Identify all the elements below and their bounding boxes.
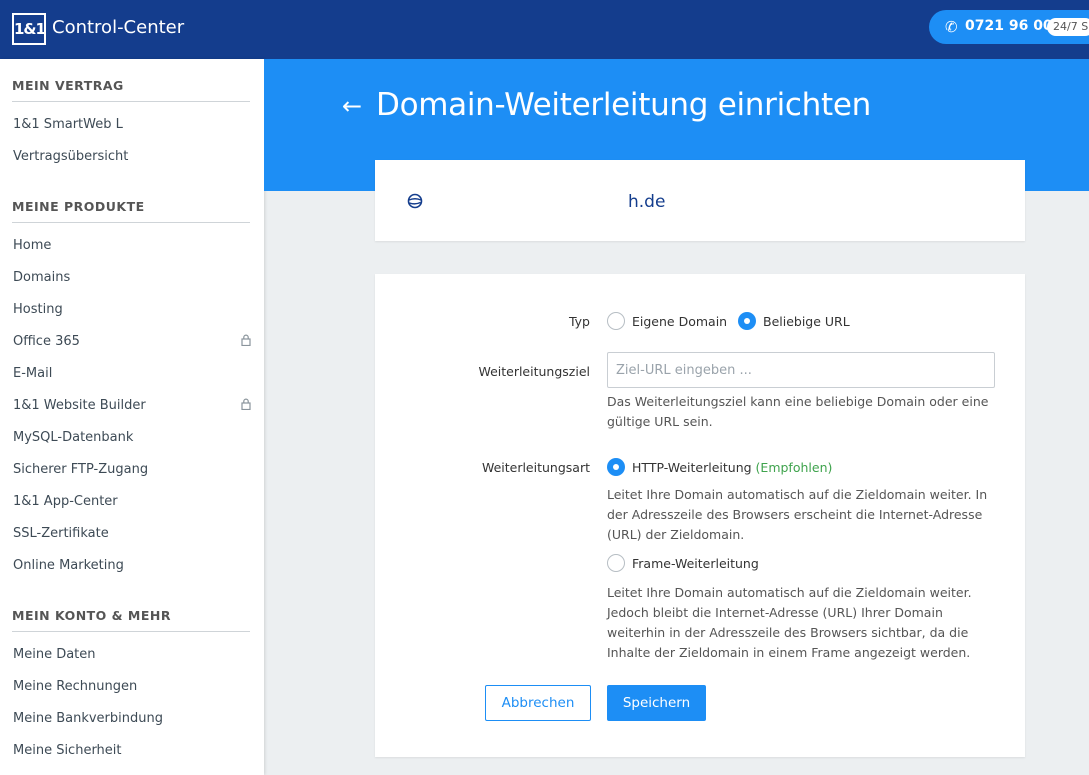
sidebar-item-label: E-Mail [13, 366, 53, 381]
sidebar-item-ssl[interactable]: SSL-Zertifikate [13, 526, 251, 541]
recommended-badge: (Empfohlen) [755, 460, 833, 475]
http-help-text: Leitet Ihre Domain automatisch auf die Z… [607, 487, 988, 542]
mode-option-frame[interactable]: Frame-Weiterleitung [632, 556, 759, 571]
sidebar-item-label: MySQL-Datenbank [13, 430, 134, 445]
type-option-label[interactable]: Beliebige URL [763, 314, 850, 329]
sidebar-item-online-marketing[interactable]: Online Marketing [13, 558, 251, 573]
target-label: Weiterleitungsziel [478, 364, 590, 379]
sidebar-item-smartweb[interactable]: 1&1 SmartWeb L [13, 117, 251, 132]
lock-icon [241, 334, 251, 346]
sidebar-item-bankverbindung[interactable]: Meine Bankverbindung [13, 711, 251, 726]
sidebar-item-label: SSL-Zertifikate [13, 526, 109, 541]
page-title: Domain-Weiterleitung einrichten [376, 87, 871, 123]
sidebar-item-label: 1&1 App-Center [13, 494, 118, 509]
top-bar: 1&1 Control-Center ✆ 0721 96 00 24/7 S [0, 0, 1089, 59]
sidebar-item-meine-daten[interactable]: Meine Daten [13, 647, 251, 662]
hotline-pill[interactable]: ✆ 0721 96 00 24/7 S [929, 10, 1089, 44]
save-button[interactable]: Speichern [607, 685, 706, 721]
type-option-label[interactable]: Eigene Domain [632, 314, 727, 329]
sidebar-item-domains[interactable]: Domains [13, 270, 251, 285]
domain-name: h.de [628, 192, 666, 212]
phone-icon: ✆ [945, 18, 958, 36]
sidebar-item-office365[interactable]: Office 365 [13, 334, 251, 349]
mode-radio-http[interactable] [607, 458, 625, 476]
sidebar-item-label: Meine Rechnungen [13, 679, 138, 694]
sidebar-item-website-builder[interactable]: 1&1 Website Builder [13, 398, 251, 413]
sidebar-heading-produkte: MEINE PRODUKTE [12, 199, 250, 223]
sidebar-item-label: Office 365 [13, 334, 80, 349]
globe-icon [407, 193, 423, 209]
sidebar-item-label: Domains [13, 270, 71, 285]
sidebar-item-label: 1&1 SmartWeb L [13, 117, 123, 132]
sidebar-item-ftp[interactable]: Sicherer FTP-Zugang [13, 462, 251, 477]
sidebar-item-app-center[interactable]: 1&1 App-Center [13, 494, 251, 509]
sidebar-item-sicherheit[interactable]: Meine Sicherheit [13, 743, 251, 758]
mode-option-http[interactable]: HTTP-Weiterleitung (Empfohlen) [632, 460, 832, 475]
target-url-input[interactable] [607, 352, 995, 388]
sidebar-heading-konto: MEIN KONTO & MEHR [12, 608, 250, 632]
sidebar-item-label: Home [13, 238, 52, 253]
sidebar-item-hosting[interactable]: Hosting [13, 302, 251, 317]
sidebar-item-label: Hosting [13, 302, 63, 317]
sidebar-heading-vertrag: MEIN VERTRAG [12, 78, 250, 102]
mode-label: Weiterleitungsart [481, 460, 590, 475]
app-title[interactable]: Control-Center [52, 17, 184, 38]
type-label: Typ [568, 314, 590, 329]
redirect-form-card: Typ Eigene Domain Beliebige URL Weiterle… [375, 274, 1025, 757]
lock-icon [241, 398, 251, 410]
sidebar-item-label: Meine Bankverbindung [13, 711, 163, 726]
sidebar-item-label: Meine Sicherheit [13, 743, 122, 758]
sidebar-item-email[interactable]: E-Mail [13, 366, 251, 381]
type-radio-eigene-domain[interactable] [607, 312, 625, 330]
sidebar-item-vertragsuebersicht[interactable]: Vertragsübersicht [13, 149, 251, 164]
sidebar-item-label: Sicherer FTP-Zugang [13, 462, 149, 477]
sidebar-item-home[interactable]: Home [13, 238, 251, 253]
sidebar: MEIN VERTRAG 1&1 SmartWeb L Vertragsüber… [0, 59, 264, 775]
sidebar-item-label: Online Marketing [13, 558, 124, 573]
domain-card: h.de [375, 160, 1025, 241]
sidebar-item-label: Vertragsübersicht [13, 149, 129, 164]
target-help-text: Das Weiterleitungsziel kann eine beliebi… [607, 394, 989, 429]
brand-logo[interactable]: 1&1 [12, 13, 46, 45]
type-radio-beliebige-url[interactable] [738, 312, 756, 330]
mode-option-label: HTTP-Weiterleitung [632, 460, 752, 475]
mode-radio-frame[interactable] [607, 554, 625, 572]
sidebar-item-rechnungen[interactable]: Meine Rechnungen [13, 679, 251, 694]
sidebar-item-label: 1&1 Website Builder [13, 398, 146, 413]
sidebar-item-mysql[interactable]: MySQL-Datenbank [13, 430, 251, 445]
hotline-number: 0721 96 00 [965, 18, 1053, 34]
frame-help-text: Leitet Ihre Domain automatisch auf die Z… [607, 585, 972, 660]
sidebar-item-label: Meine Daten [13, 647, 96, 662]
back-arrow-icon[interactable]: ← [342, 92, 362, 120]
cancel-button[interactable]: Abbrechen [485, 685, 591, 721]
hotline-badge: 24/7 S [1047, 18, 1089, 36]
